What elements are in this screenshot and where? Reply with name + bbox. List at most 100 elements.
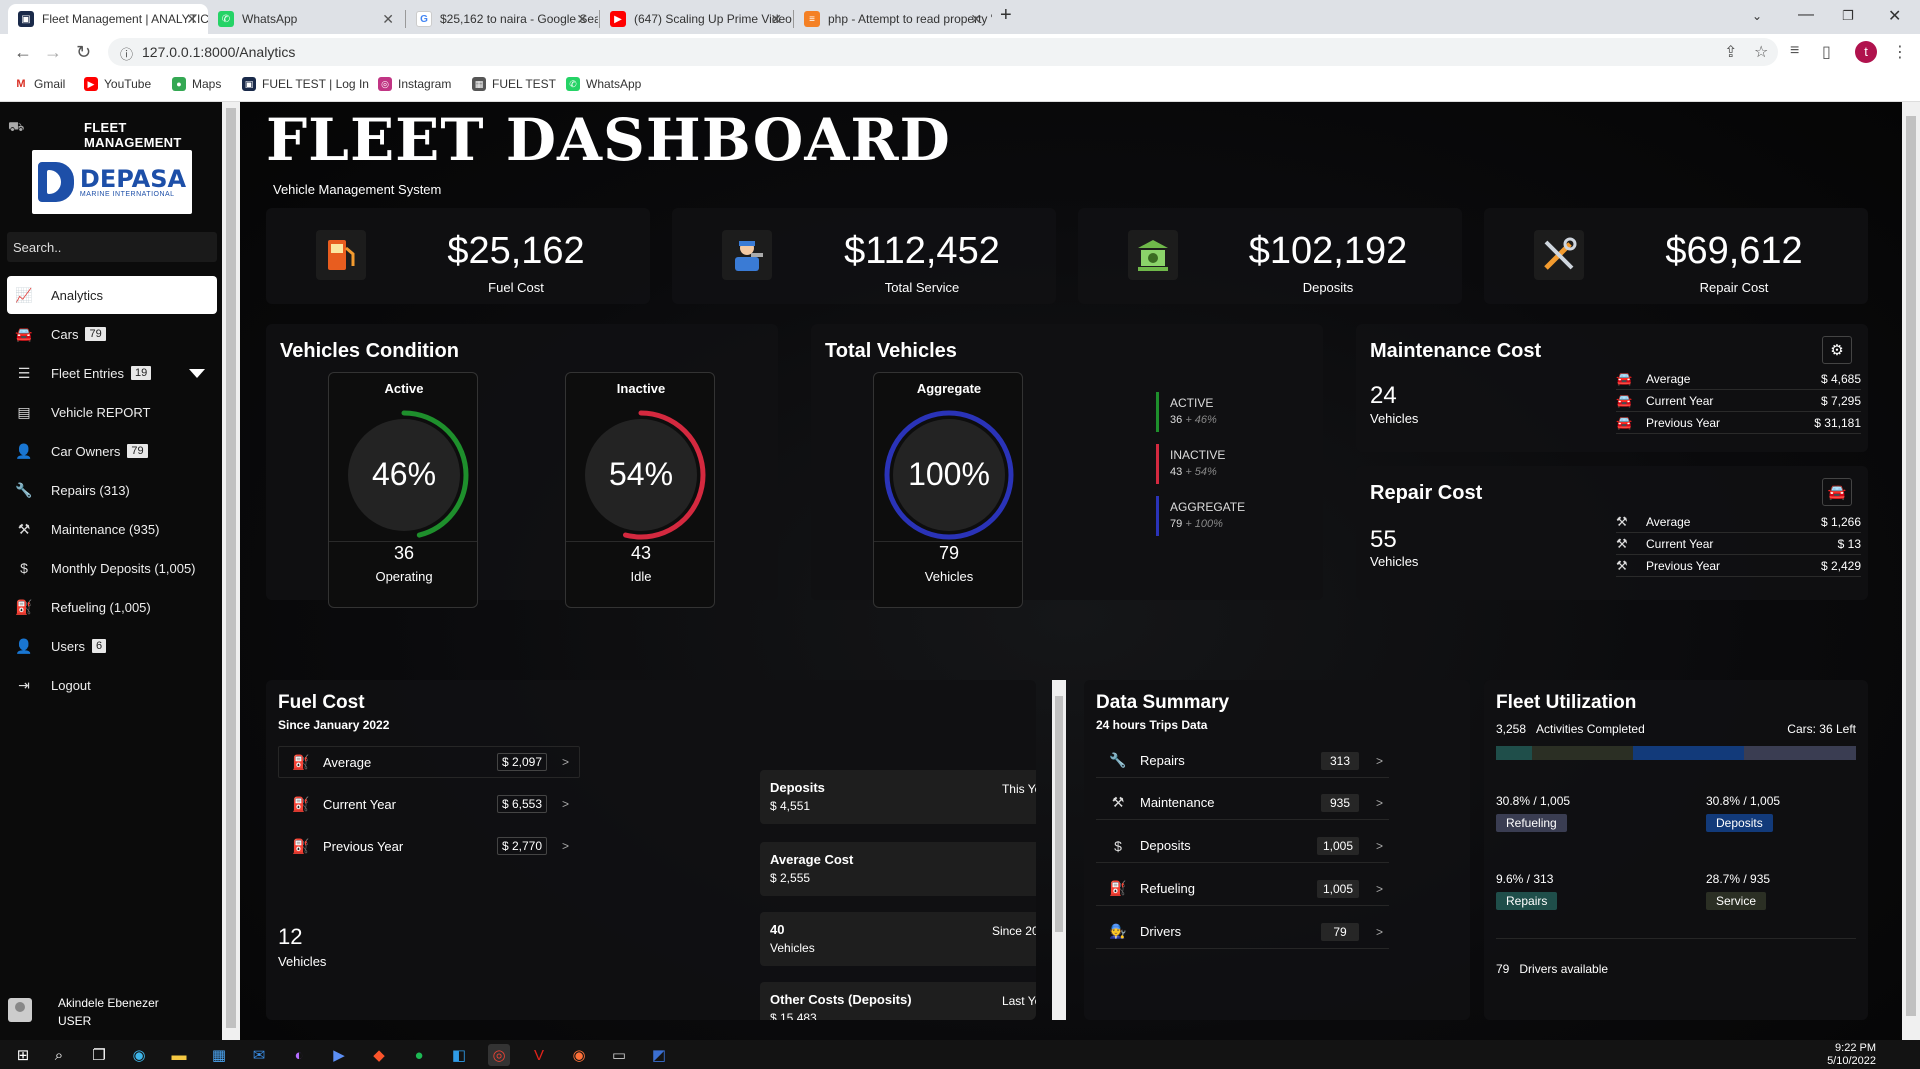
url-text: 127.0.0.1:8000/Analytics (142, 44, 296, 60)
task-view-icon[interactable]: ❐ (88, 1044, 110, 1066)
bookmark-star-icon[interactable]: ☆ (1754, 42, 1768, 62)
repair-count: 55 (1370, 526, 1397, 553)
system-clock[interactable]: 9:22 PM 5/10/2022 (1827, 1042, 1876, 1068)
fuel-cost-scrollbar[interactable] (1052, 680, 1066, 1020)
back-icon[interactable]: ← (14, 42, 32, 63)
search-icon[interactable]: ⌕ (48, 1044, 70, 1066)
summary-row[interactable]: $ Deposits 1,005 > (1096, 829, 1389, 863)
brave-icon[interactable]: ◆ (368, 1044, 390, 1066)
game-icon[interactable]: ◐ (288, 1044, 310, 1066)
tab-fleet-management[interactable]: ▣ Fleet Management | ANALYTICS ✕ (8, 4, 208, 34)
terminal-icon[interactable]: ▭ (608, 1044, 630, 1066)
bookmark-maps[interactable]: ● Maps (172, 77, 221, 91)
sidebar-item-fleet-entries[interactable]: ☰ Fleet Entries 19 (7, 354, 217, 392)
share-icon[interactable]: ⇪ (1724, 42, 1737, 62)
fuel-row[interactable]: ⛽ Average $ 2,097 > (278, 746, 580, 778)
close-icon[interactable]: ✕ (186, 11, 198, 28)
legend-value: 36 + 46% (1170, 414, 1217, 426)
close-icon[interactable]: ✕ (382, 11, 394, 28)
row-label: Average (1646, 514, 1691, 529)
scrollbar-thumb[interactable] (1055, 696, 1063, 932)
mail-icon[interactable]: ✉ (248, 1044, 270, 1066)
scrollbar-thumb[interactable] (1906, 116, 1916, 1016)
sidebar-item-monthly-deposits[interactable]: $ Monthly Deposits (1,005) (7, 549, 217, 587)
profile-avatar[interactable]: t (1855, 41, 1877, 63)
site-info-icon[interactable]: ⓘ (120, 44, 133, 63)
reload-icon[interactable]: ↻ (76, 42, 91, 63)
user-name: Akindele Ebenezer (58, 996, 159, 1010)
sidebar-item-vehicle-report[interactable]: ▤ Vehicle REPORT (7, 393, 217, 431)
scrollbar-thumb[interactable] (226, 108, 236, 1028)
tab-search-icon[interactable]: ⌄ (1752, 9, 1762, 23)
file-explorer-icon[interactable]: ▬ (168, 1044, 190, 1066)
page-scrollbar[interactable] (1902, 102, 1920, 1040)
sidebar-item-users[interactable]: 👤 Users 6 (7, 627, 217, 665)
reading-list-icon[interactable]: ≡ (1790, 42, 1799, 60)
gauge-label: Inactive (616, 381, 666, 396)
vivaldi-icon[interactable]: V (528, 1044, 550, 1066)
sidebar-item-cars[interactable]: 🚘 Cars 79 (7, 315, 217, 353)
summary-row[interactable]: ⚒ Maintenance 935 > (1096, 786, 1389, 820)
summary-row[interactable]: 🧑‍🔧 Drivers 79 > (1096, 915, 1389, 949)
sidebar-item-car-owners[interactable]: 👤 Car Owners 79 (7, 432, 217, 470)
fuel-row[interactable]: ⛽ Previous Year $ 2,770 > (278, 830, 580, 862)
divider (1496, 938, 1856, 939)
car-icon[interactable]: 🚘 (1822, 478, 1852, 506)
close-icon[interactable]: ✕ (970, 11, 982, 28)
gauge-ring: 100% (884, 410, 1014, 540)
vscode-icon[interactable]: ◧ (448, 1044, 470, 1066)
summary-row[interactable]: ⛽ Refueling 1,005 > (1096, 872, 1389, 906)
app-icon[interactable]: ◩ (648, 1044, 670, 1066)
tab-google-search[interactable]: G $25,162 to naira - Google Search ✕ (406, 4, 598, 34)
url-field[interactable]: ⓘ 127.0.0.1:8000/Analytics (108, 38, 1778, 66)
firefox-icon[interactable]: ◉ (568, 1044, 590, 1066)
bookmark-whatsapp[interactable]: ✆ WhatsApp (566, 77, 641, 91)
bookmark-gmail[interactable]: M Gmail (14, 77, 65, 91)
store-icon[interactable]: ▦ (208, 1044, 230, 1066)
bookmark-youtube[interactable]: ▶ YouTube (84, 77, 151, 91)
chevron-down-icon[interactable] (189, 369, 205, 378)
fuel-pump-icon (316, 230, 366, 280)
fuel-box-deposits: Deposits $ 4,551 This Year (760, 770, 1036, 824)
whatsapp-icon: ✆ (218, 11, 234, 27)
sidebar-item-maintenance[interactable]: ⚒ Maintenance (935) (7, 510, 217, 548)
new-tab-icon[interactable]: + (1000, 4, 1012, 27)
close-window-icon[interactable]: ✕ (1888, 6, 1901, 26)
car-icon: 🚘 (1616, 414, 1633, 430)
close-icon[interactable]: ✕ (770, 11, 782, 28)
sidebar-item-analytics[interactable]: 📈 Analytics (7, 276, 217, 314)
side-panel-icon[interactable]: ▯ (1822, 42, 1831, 62)
mechanic-icon (722, 230, 772, 280)
sidebar-scrollbar[interactable] (222, 102, 240, 1040)
row-label: Refueling (1140, 881, 1195, 896)
spotify-icon[interactable]: ● (408, 1044, 430, 1066)
fleet-entries-icon: ☰ (17, 364, 31, 381)
sidebar-item-label: Maintenance (935) (51, 521, 160, 537)
gauge-sub: Operating (375, 569, 433, 584)
tab-whatsapp[interactable]: ✆ WhatsApp ✕ (208, 4, 404, 34)
edge-icon[interactable]: ◉ (128, 1044, 150, 1066)
media-player-icon[interactable]: ▶ (328, 1044, 350, 1066)
sidebar-item-repairs[interactable]: 🔧 Repairs (313) (7, 471, 217, 509)
chrome-icon[interactable]: ◎ (488, 1044, 510, 1066)
bookmark-fuel-test[interactable]: ▦ FUEL TEST (472, 77, 556, 91)
settings-gear-icon[interactable]: ⚙ (1822, 336, 1852, 364)
close-icon[interactable]: ✕ (576, 11, 588, 28)
tab-stackoverflow[interactable]: ≡ php - Attempt to read property " ✕ (794, 4, 992, 34)
summary-row[interactable]: 🔧 Repairs 313 > (1096, 744, 1389, 778)
menu-kebab-icon[interactable]: ⋮ (1892, 42, 1908, 62)
gauge-sub: Vehicles (924, 569, 974, 584)
bookmark-fuel-test-login[interactable]: ▣ FUEL TEST | Log In (242, 77, 369, 91)
sidebar-item-refueling[interactable]: ⛽ Refueling (1,005) (7, 588, 217, 626)
sidebar-item-logout[interactable]: ⇥ Logout (7, 666, 217, 704)
user-profile[interactable]: Akindele Ebenezer USER (0, 990, 222, 1040)
forward-icon[interactable]: → (44, 42, 62, 63)
bookmark-instagram[interactable]: ◎ Instagram (378, 77, 451, 91)
restore-icon[interactable]: ❐ (1842, 8, 1854, 24)
windows-start-icon[interactable]: ⊞ (12, 1044, 34, 1066)
tab-youtube[interactable]: ▶ (647) Scaling Up Prime Video | P ✕ (600, 4, 792, 34)
sidebar-search-input[interactable] (7, 232, 217, 262)
fuel-row[interactable]: ⛽ Current Year $ 6,553 > (278, 788, 580, 820)
tab-title: Fleet Management | ANALYTICS (42, 12, 208, 26)
minimize-icon[interactable]: — (1798, 6, 1814, 24)
